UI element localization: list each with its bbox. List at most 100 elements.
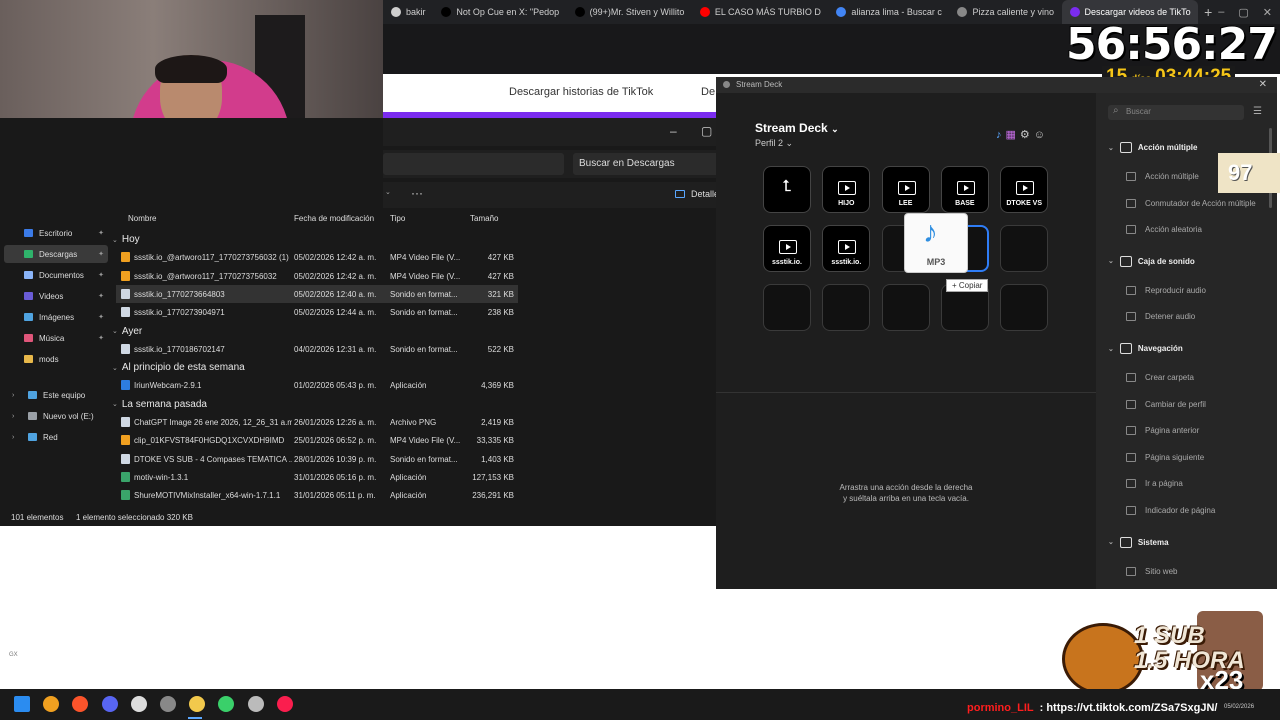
- table-row[interactable]: ChatGPT Image 26 ene 2026, 12_26_31 a.m.…: [116, 413, 518, 431]
- brave-icon[interactable]: [72, 696, 89, 712]
- tiktok-download-link[interactable]: De: [701, 86, 715, 98]
- coin-app-icon[interactable]: [43, 696, 60, 712]
- gear-icon[interactable]: ⚙: [1020, 129, 1034, 141]
- table-row[interactable]: ShureMOTIVMixInstaller_x64-win-1.7.1.1 31…: [116, 486, 518, 504]
- group-header[interactable]: ⌄ Al principio de esta semana: [112, 362, 245, 373]
- account-icon[interactable]: ☺: [1034, 129, 1049, 141]
- file-explorer-icon[interactable]: [189, 696, 206, 712]
- action-item[interactable]: Indicador de página: [1126, 506, 1215, 515]
- status-bar: 101 elementos 1 elemento seleccionado 32…: [0, 510, 750, 526]
- stream-deck-key[interactable]: [1000, 225, 1049, 272]
- action-item[interactable]: Cambiar de perfil: [1126, 399, 1206, 409]
- action-item[interactable]: Sitio web: [1126, 566, 1177, 576]
- folder-icon: [24, 313, 33, 321]
- table-row[interactable]: DTOKE VS SUB - 4 Compases TEMATICA ... 28…: [116, 450, 518, 468]
- store-icon[interactable]: ▦: [1006, 129, 1020, 141]
- stream-deck-key[interactable]: HIJO: [822, 166, 871, 213]
- browser-tab[interactable]: Not Op Cue en X: "Pedop: [433, 0, 566, 24]
- address-bar[interactable]: [383, 153, 564, 175]
- chevron-right-icon[interactable]: ›: [12, 413, 14, 420]
- maximize-icon[interactable]: ▢: [1238, 6, 1248, 19]
- action-item[interactable]: Conmutador de Acción múltiple: [1126, 198, 1256, 208]
- browser-tab[interactable]: alianza lima - Buscar c: [828, 0, 949, 24]
- table-row[interactable]: ssstik.io_1770273664803 05/02/2026 12:40 …: [116, 284, 518, 303]
- sidebar-item[interactable]: Escritorio ✦: [4, 224, 108, 242]
- action-category[interactable]: ⌄ Acción múltiple: [1108, 142, 1197, 153]
- stream-deck-key[interactable]: BASE: [940, 166, 989, 213]
- bell-icon[interactable]: ♪: [996, 129, 1006, 141]
- stream-deck-key[interactable]: [1000, 284, 1049, 331]
- minimize-icon[interactable]: –: [1218, 6, 1224, 19]
- actions-search-input[interactable]: Buscar: [1108, 105, 1244, 120]
- close-icon[interactable]: ✕: [1263, 6, 1272, 19]
- table-row[interactable]: ssstik.io_1770273904971 05/02/2026 12:44 …: [116, 303, 518, 321]
- column-header-size[interactable]: Tamaño: [470, 214, 498, 228]
- action-item[interactable]: Ir a página: [1126, 479, 1183, 489]
- obs-icon[interactable]: [160, 696, 176, 712]
- stream-deck-key[interactable]: LEE: [881, 166, 930, 213]
- sidebar-item[interactable]: Descargas ✦: [4, 245, 108, 263]
- action-item[interactable]: Acción múltiple: [1126, 172, 1199, 181]
- column-header-type[interactable]: Tipo: [390, 214, 405, 228]
- profile-selector[interactable]: Perfil 2 ⌄: [755, 138, 793, 149]
- column-header-date[interactable]: Fecha de modificación: [294, 214, 374, 228]
- sidebar-item[interactable]: mods: [4, 350, 108, 368]
- new-tab-button[interactable]: +: [1198, 4, 1218, 20]
- stream-deck-key[interactable]: [822, 284, 871, 331]
- tiktok-stories-link[interactable]: Descargar historias de TikTok: [509, 86, 653, 98]
- tree-item[interactable]: › Este equipo: [4, 386, 108, 404]
- chevron-right-icon[interactable]: ›: [12, 392, 14, 399]
- tree-item[interactable]: › Red: [4, 428, 108, 446]
- table-row[interactable]: motiv-win-1.3.1 31/01/2026 05:16 p. m. Apl…: [116, 468, 518, 486]
- table-row[interactable]: clip_01KFVST84F0HGDQ1XCVXDH9IMD 25/01/202…: [116, 431, 518, 449]
- stream-deck-key[interactable]: ssstik.io.: [763, 225, 811, 272]
- stream-deck-key[interactable]: ⮤: [763, 166, 811, 213]
- opera-gx-icon[interactable]: [276, 696, 293, 712]
- maximize-icon[interactable]: ▢: [701, 124, 712, 138]
- table-row[interactable]: IriunWebcam-2.9.1 01/02/2026 05:43 p. m. A…: [116, 376, 518, 394]
- group-header[interactable]: ⌄ Hoy: [112, 234, 140, 245]
- stream-deck-key[interactable]: [763, 284, 811, 331]
- action-item[interactable]: Acción aleatoria: [1126, 225, 1202, 235]
- minimize-icon[interactable]: –: [670, 124, 677, 138]
- action-item[interactable]: Detener audio: [1126, 312, 1195, 322]
- gamepad-icon[interactable]: [218, 696, 235, 712]
- sidebar-item[interactable]: Documentos ✦: [4, 266, 108, 284]
- table-row[interactable]: ssstik.io_@artworo117_1770273756032 (1) 0…: [116, 248, 518, 266]
- calculator-icon[interactable]: [130, 696, 147, 712]
- list-view-icon[interactable]: ☰: [1253, 106, 1262, 117]
- sidebar-item[interactable]: Videos ✦: [4, 287, 108, 305]
- discord-icon[interactable]: [101, 696, 118, 712]
- action-category[interactable]: ⌄ Caja de sonido: [1108, 255, 1195, 267]
- close-icon[interactable]: ✕: [1259, 79, 1267, 90]
- chevron-right-icon[interactable]: ›: [12, 434, 14, 441]
- browser-tab[interactable]: EL CASO MÁS TURBIO D: [692, 0, 828, 24]
- stream-deck-key[interactable]: ssstik.io.: [822, 225, 871, 272]
- table-row[interactable]: ssstik.io_1770186702147 04/02/2026 12:31 …: [116, 340, 518, 358]
- tree-item[interactable]: › Nuevo vol (E:): [4, 407, 108, 425]
- group-header[interactable]: ⌄ Ayer: [112, 326, 142, 337]
- browser-tab[interactable]: bakir: [383, 0, 433, 24]
- action-item[interactable]: Crear carpeta: [1126, 373, 1194, 382]
- dragged-mp3-file[interactable]: ♪ MP3: [904, 213, 968, 273]
- sidebar-item[interactable]: Música ✦: [4, 329, 108, 347]
- stream-deck-key[interactable]: DTOKE VS: [1000, 166, 1049, 213]
- sidebar-item[interactable]: Imágenes ✦: [4, 308, 108, 326]
- windows-start-icon[interactable]: [14, 696, 30, 712]
- action-item[interactable]: Página siguiente: [1126, 452, 1204, 462]
- column-header-name[interactable]: Nombre: [128, 214, 156, 228]
- action-item[interactable]: Reproducir audio: [1126, 285, 1206, 295]
- more-options-button[interactable]: ···: [411, 186, 423, 200]
- action-item[interactable]: Página anterior: [1126, 426, 1199, 436]
- group-header[interactable]: ⌄ La semana pasada: [112, 399, 207, 410]
- action-category[interactable]: ⌄ Sistema: [1108, 536, 1169, 548]
- terminal-icon[interactable]: [247, 696, 264, 712]
- table-row[interactable]: ssstik.io_@artworo117_1770273756032 05/02…: [116, 267, 518, 285]
- browser-tab[interactable]: (99+)Mr. Stiven y Willito: [567, 0, 692, 24]
- stream-deck-key[interactable]: [881, 284, 930, 331]
- action-category[interactable]: ⌄ Navegación: [1108, 343, 1183, 354]
- file-name: ssstik.io_@artworo117_1770273756032: [134, 271, 277, 281]
- device-selector[interactable]: Stream Deck ⌄: [755, 121, 839, 135]
- browser-tab[interactable]: Pizza caliente y vino: [949, 0, 1061, 24]
- chevron-down-icon[interactable]: ⌄: [385, 188, 391, 196]
